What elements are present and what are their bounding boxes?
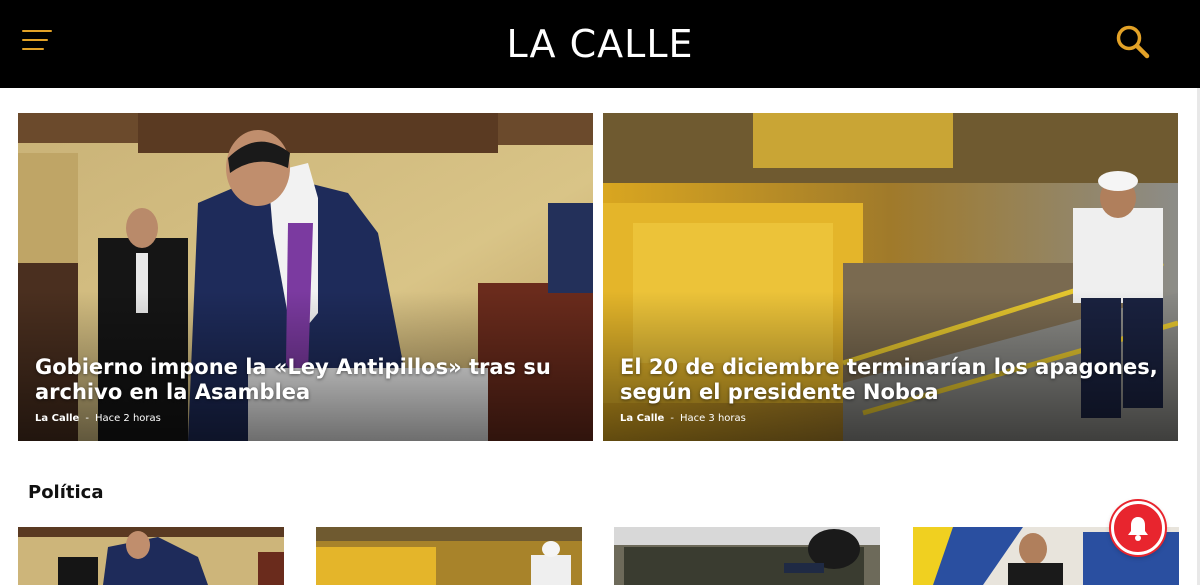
hero-headline[interactable]: Gobierno impone la «Ley Antipillos» tras… <box>35 355 579 405</box>
hero-article-card[interactable]: Gobierno impone la «Ley Antipillos» tras… <box>18 113 593 441</box>
bell-icon <box>1128 517 1148 541</box>
article-source[interactable]: La Calle <box>620 413 664 424</box>
hero-meta: La Calle - Hace 3 horas <box>620 413 746 424</box>
thumbnail-photo <box>614 527 880 585</box>
search-icon[interactable] <box>1114 24 1152 60</box>
hero-headline[interactable]: El 20 de diciembre terminarían los apago… <box>620 355 1164 405</box>
section-title[interactable]: Política <box>28 482 104 503</box>
thumbnail-photo <box>18 527 284 585</box>
hero-article-card[interactable]: El 20 de diciembre terminarían los apago… <box>603 113 1178 441</box>
article-thumbnail[interactable] <box>614 527 880 585</box>
article-time: Hace 3 horas <box>679 413 746 424</box>
hero-meta: La Calle - Hace 2 horas <box>35 413 161 424</box>
meta-separator: - <box>85 413 89 424</box>
meta-separator: - <box>670 413 674 424</box>
article-thumbnail[interactable] <box>316 527 582 585</box>
site-header: LA CALLE <box>0 0 1200 88</box>
article-thumbnail[interactable] <box>18 527 284 585</box>
notification-bell-button[interactable] <box>1111 501 1165 555</box>
site-logo[interactable]: LA CALLE <box>480 20 720 68</box>
thumbnail-photo <box>316 527 582 585</box>
logo-text: LA CALLE <box>506 22 694 66</box>
article-time: Hace 2 horas <box>94 413 161 424</box>
hamburger-menu-icon[interactable] <box>22 30 52 52</box>
article-source[interactable]: La Calle <box>35 413 79 424</box>
